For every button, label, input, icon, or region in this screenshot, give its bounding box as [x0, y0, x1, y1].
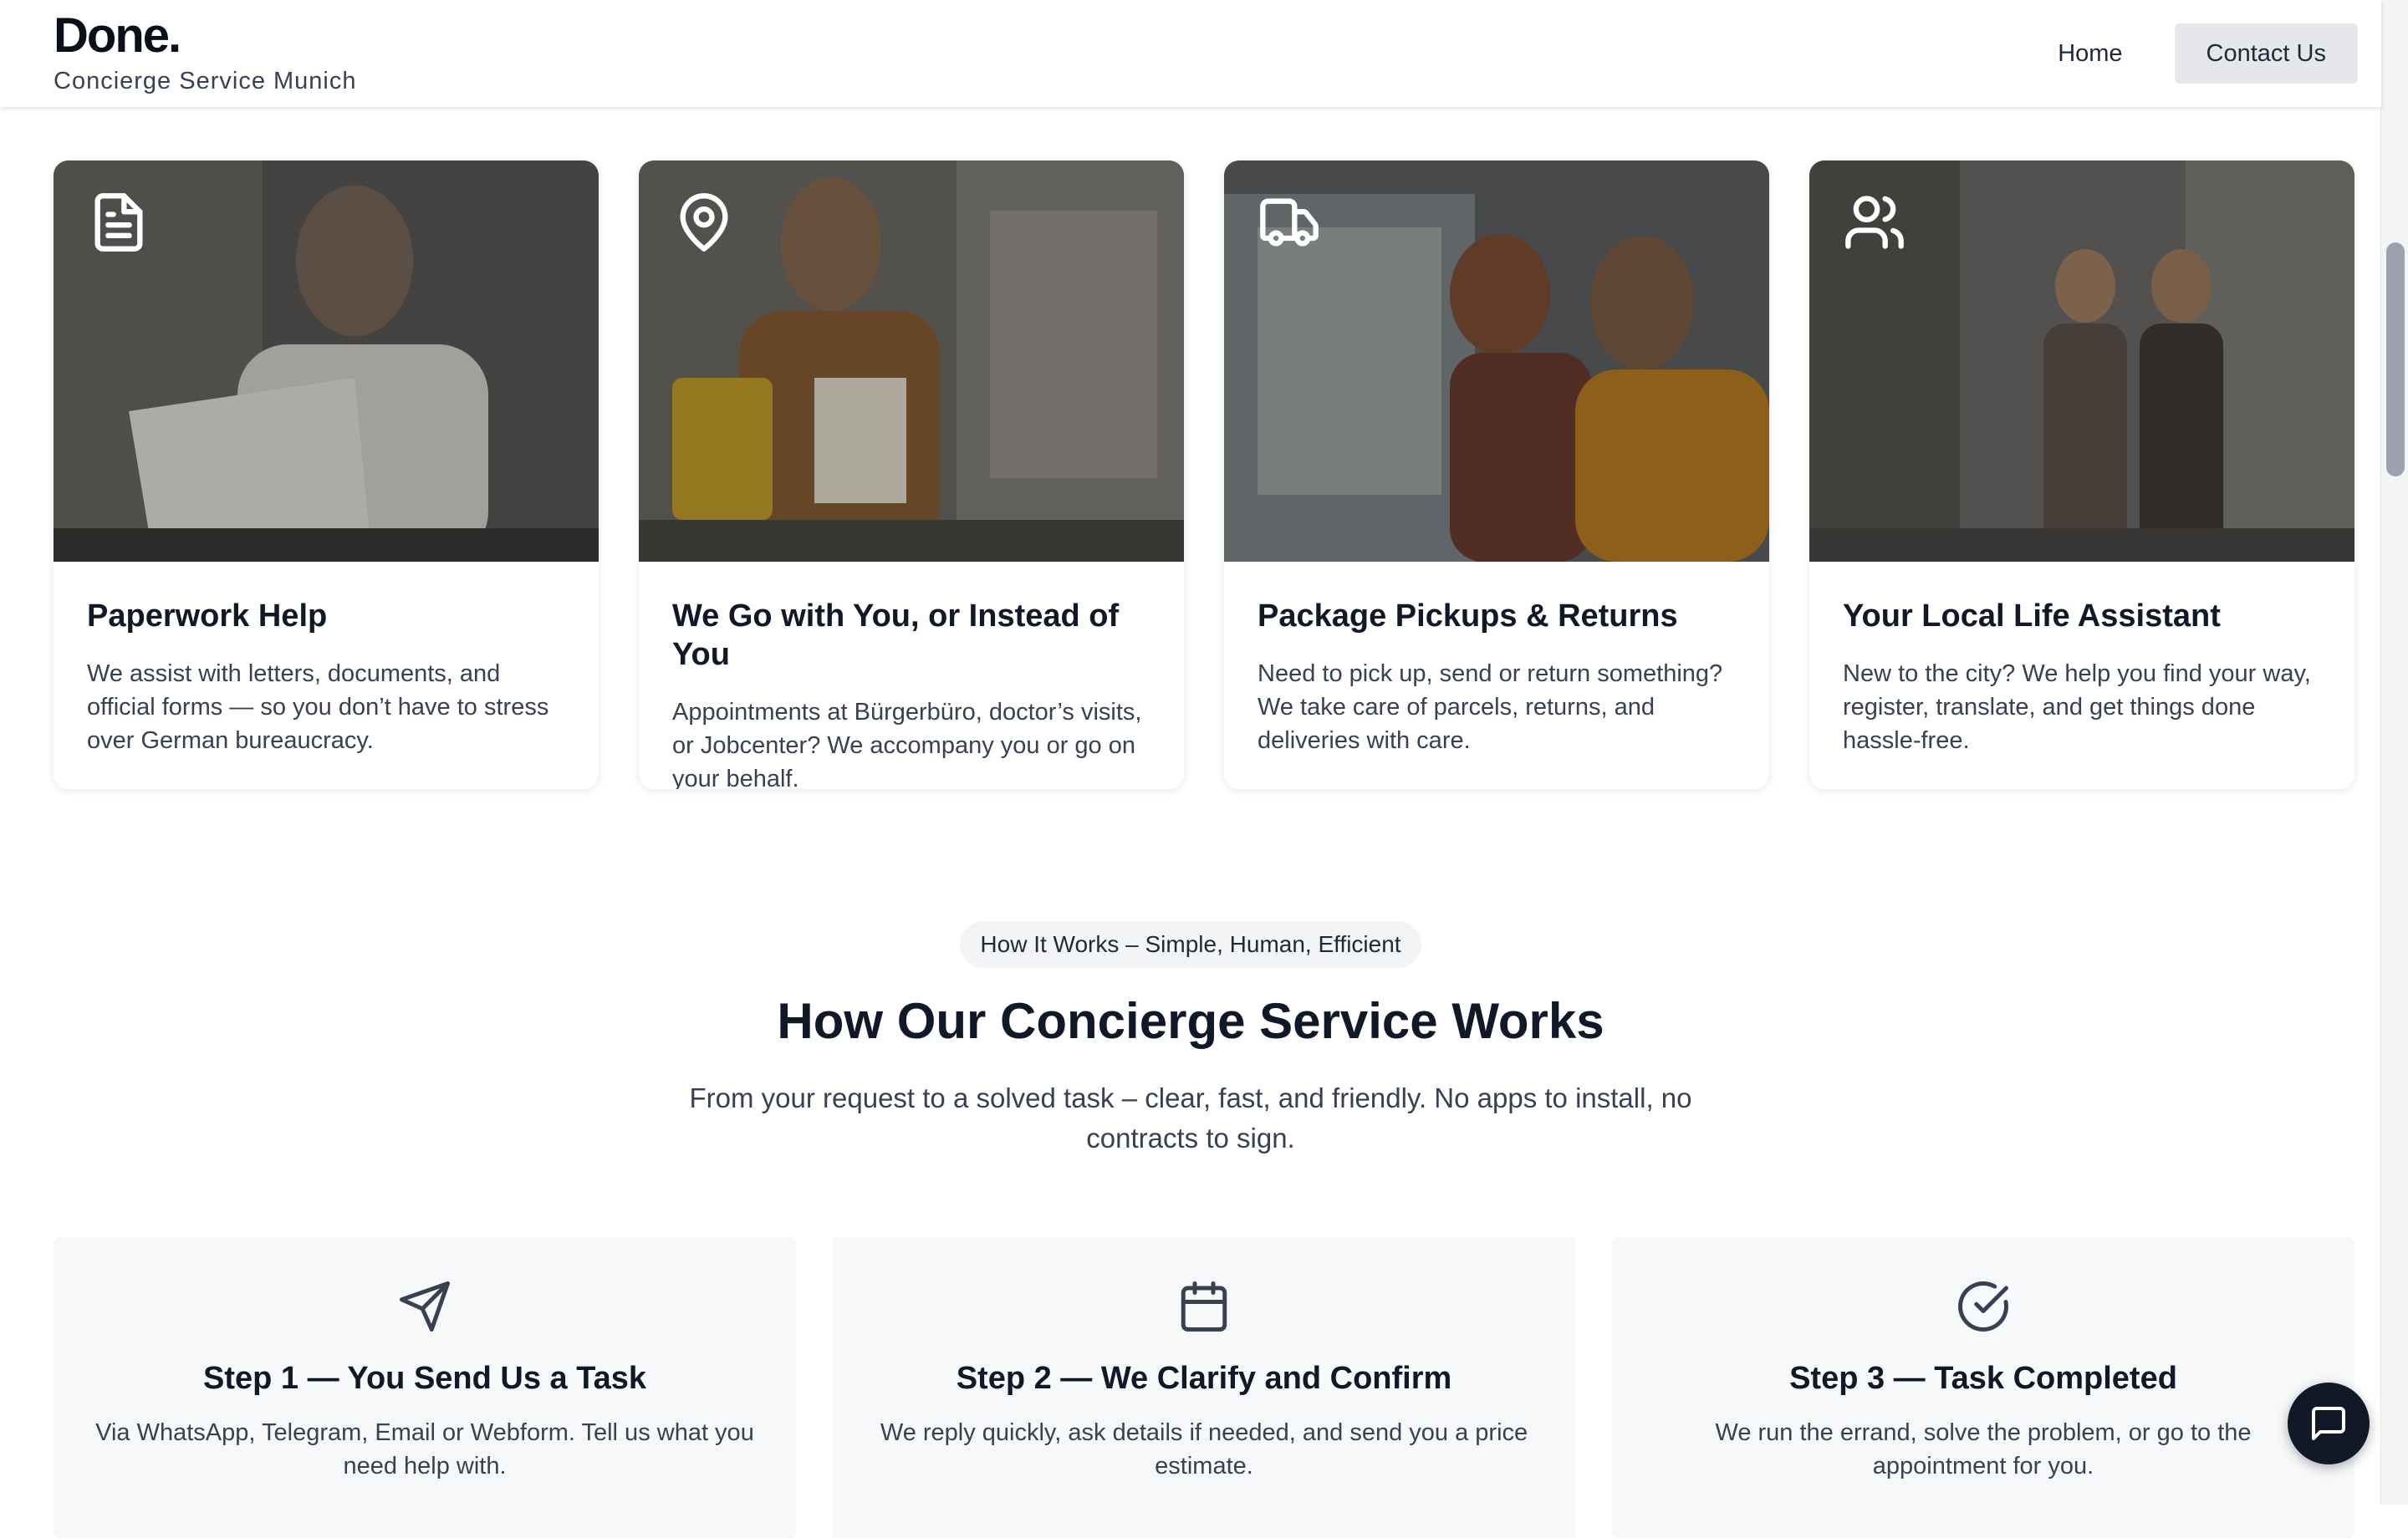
users-icon [1845, 196, 1904, 249]
step-title: Step 1 — You Send Us a Task [202, 1361, 647, 1396]
service-image [639, 160, 1184, 562]
step-description: Via WhatsApp, Telegram, Email or Webform… [95, 1419, 754, 1479]
steps-grid: Step 1 — You Send Us a Task Via WhatsApp… [54, 1237, 2354, 1538]
chat-icon [2312, 1407, 2345, 1440]
section-title: How Our Concierge Service Works [777, 993, 1604, 1049]
step-card-2: Step 2 — We Clarify and Confirm We reply… [833, 1237, 1575, 1538]
step-card-3: Step 3 — Task Completed We run the erran… [1612, 1237, 2354, 1538]
document-icon [94, 193, 143, 252]
service-title: Package Pickups & Returns [1258, 598, 1678, 634]
service-image [1809, 160, 2354, 562]
service-description: Need to pick up, send or return somethin… [1258, 660, 1723, 754]
service-image [1224, 160, 1769, 562]
truck-icon [1260, 198, 1319, 247]
calendar-icon [1181, 1281, 1227, 1332]
scrollbar-thumb[interactable] [2386, 242, 2405, 476]
service-description: Appointments at Bürgerbüro, doctor’s vis… [672, 699, 1142, 789]
map-pin-icon [680, 193, 728, 252]
brand-logo[interactable]: Done. [54, 5, 356, 67]
step-title: Step 2 — We Clarify and Confirm [956, 1361, 1452, 1396]
brand[interactable]: Done. Concierge Service Munich [54, 5, 356, 95]
site-header: Done. Concierge Service Munich Home Cont… [0, 0, 2381, 107]
step-title: Step 3 — Task Completed [1789, 1361, 2177, 1396]
service-card-paperwork[interactable]: Paperwork Help We assist with letters, d… [54, 160, 599, 789]
main-nav: Home Contact Us [2026, 23, 2358, 84]
nav-home-link[interactable]: Home [2026, 23, 2154, 84]
service-card-packages[interactable]: Package Pickups & Returns Need to pick u… [1224, 160, 1769, 789]
step-description: We reply quickly, ask details if needed,… [880, 1419, 1528, 1479]
section-badge: How It Works – Simple, Human, Efficient [960, 921, 1421, 968]
services-grid: Paperwork Help We assist with letters, d… [54, 160, 2354, 789]
service-title: We Go with You, or Instead of You [672, 598, 1120, 672]
service-title: Your Local Life Assistant [1843, 598, 2221, 634]
nav-contact-link[interactable]: Contact Us [2174, 23, 2358, 84]
section-subtitle: From your request to a solved task – cle… [689, 1082, 1692, 1154]
check-circle-icon [1958, 1281, 2008, 1332]
step-card-1: Step 1 — You Send Us a Task Via WhatsApp… [54, 1237, 796, 1538]
service-image [54, 160, 599, 562]
service-card-life-assistant[interactable]: Your Local Life Assistant New to the cit… [1809, 160, 2354, 789]
how-it-works-section: How It Works – Simple, Human, Efficient … [0, 921, 2381, 1159]
brand-tagline: Concierge Service Munich [54, 68, 357, 94]
send-icon [400, 1281, 450, 1332]
service-title: Paperwork Help [87, 598, 328, 634]
chat-button[interactable] [2288, 1383, 2370, 1464]
service-card-accompany[interactable]: We Go with You, or Instead of You Appoin… [639, 160, 1184, 789]
service-description: New to the city? We help you find your w… [1843, 660, 2311, 754]
step-description: We run the errand, solve the problem, or… [1715, 1419, 2252, 1479]
page-scrollbar[interactable] [2380, 0, 2408, 1505]
service-description: We assist with letters, documents, and o… [87, 660, 549, 754]
